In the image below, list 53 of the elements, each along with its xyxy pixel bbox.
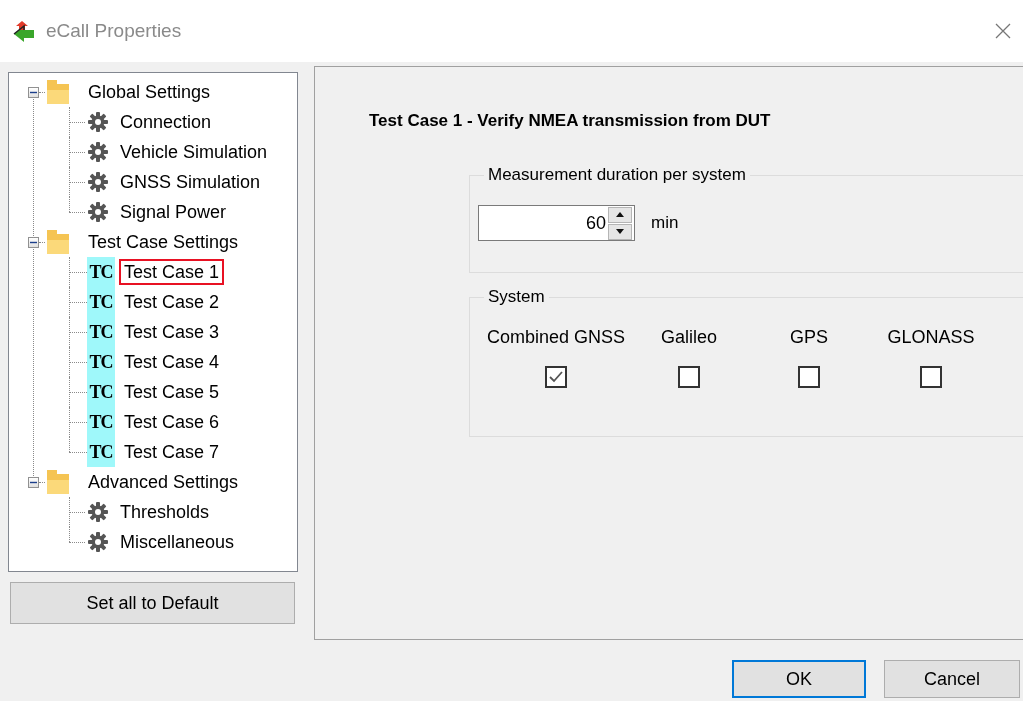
tree-item[interactable]: Test Case 7 (119, 439, 225, 465)
system-label: GLONASS (887, 327, 975, 348)
check-icon (548, 370, 564, 384)
collapse-toggle[interactable] (28, 86, 39, 98)
tree-item[interactable]: Advanced Settings (83, 469, 244, 495)
unit-label: min (651, 213, 679, 233)
system-label: Galileo (661, 327, 717, 348)
test-case-icon: TC (87, 407, 115, 437)
tree-item[interactable]: Vehicle Simulation (115, 139, 273, 165)
tree-item[interactable]: Test Case 6 (119, 409, 225, 435)
close-icon[interactable] (995, 23, 1011, 39)
test-case-icon: TC (87, 437, 115, 467)
tree-item[interactable]: Test Case 1 (119, 259, 225, 285)
panel-heading: Test Case 1 - Verify NMEA transmission from DUT (369, 111, 772, 131)
system-label: GPS (790, 327, 828, 348)
tree-item[interactable]: Thresholds (115, 499, 215, 525)
up-arrow-icon (616, 212, 624, 217)
tree-item[interactable]: Test Case 5 (119, 379, 225, 405)
test-case-icon: TC (87, 347, 115, 377)
tree-item[interactable]: Test Case 3 (119, 319, 225, 345)
tree-item[interactable]: GNSS Simulation (115, 169, 266, 195)
spin-down-button[interactable] (608, 223, 632, 240)
folder-icon (45, 228, 71, 256)
duration-spinner[interactable]: 60 (478, 205, 635, 241)
folder-icon (45, 78, 71, 106)
set-default-button[interactable]: Set all to Default (10, 582, 295, 624)
system-checkbox[interactable] (545, 366, 567, 388)
spin-up-button[interactable] (608, 206, 632, 223)
group-title: Measurement duration per system (487, 165, 747, 185)
collapse-toggle[interactable] (28, 476, 39, 488)
test-case-icon: TC (87, 287, 115, 317)
system-checkbox[interactable] (678, 366, 700, 388)
tree-item[interactable]: Test Case 4 (119, 349, 225, 375)
dialog-button[interactable]: OK (732, 660, 866, 698)
group-title: System (487, 287, 546, 307)
collapse-toggle[interactable] (28, 236, 39, 248)
app-icon (12, 20, 36, 42)
test-case-icon: TC (87, 257, 115, 287)
dialog-button[interactable]: Cancel (884, 660, 1020, 698)
down-arrow-icon (616, 229, 624, 234)
tree-item[interactable]: Test Case Settings (83, 229, 244, 255)
system-checkbox[interactable] (920, 366, 942, 388)
test-case-icon: TC (87, 377, 115, 407)
tree-item[interactable]: Test Case 2 (119, 289, 225, 315)
folder-icon (45, 468, 71, 496)
tree-item[interactable]: Connection (115, 109, 217, 135)
tree-item[interactable]: Signal Power (115, 199, 232, 225)
system-checkbox[interactable] (798, 366, 820, 388)
tree-item[interactable]: Miscellaneous (115, 529, 240, 555)
window-title: eCall Properties (46, 20, 182, 42)
tree-item[interactable]: Global Settings (83, 79, 216, 105)
test-case-icon: TC (87, 317, 115, 347)
system-label: Combined GNSS (486, 327, 626, 348)
